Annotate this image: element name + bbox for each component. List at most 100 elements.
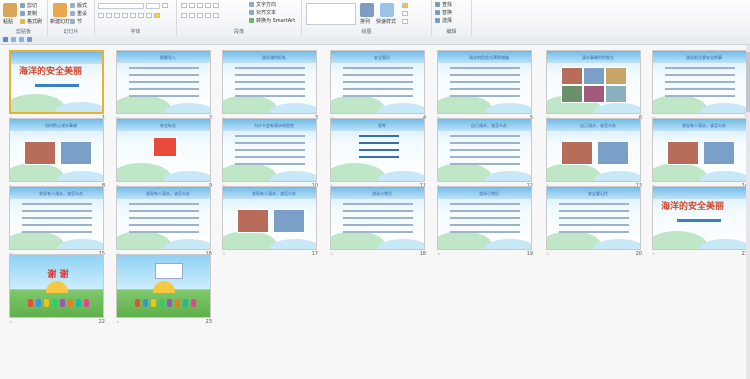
scrollbar-thumb[interactable] [746,52,750,112]
slide-thumbnail[interactable]: 溺水事故时时发生 [546,50,641,114]
text-line [343,67,413,69]
text-line [450,67,520,69]
decrease-indent-icon[interactable] [197,3,203,8]
decor-wave [57,171,103,181]
font-color-icon[interactable] [154,13,160,18]
slide-thumbnail[interactable]: 发现有人溺水，该怎么办 [222,186,317,250]
slide-thumbnail[interactable]: 溺水的危险与预防措施 [437,50,532,114]
text-line [129,231,199,233]
text-line [359,156,399,158]
line-spacing-icon[interactable] [213,3,219,8]
paste-button[interactable]: 粘贴 [3,19,13,25]
slide-thumbnail[interactable]: 游泳小常识 [437,186,532,250]
paste-icon[interactable] [3,3,17,17]
section-icon[interactable] [70,19,75,24]
text-direction-button[interactable]: 文字方向 [256,2,276,8]
slide-thumbnail[interactable]: 思考 [330,118,425,182]
increase-indent-icon[interactable] [205,3,211,8]
slide-thumbnail[interactable]: 为什么会有溺水的危险 [222,118,317,182]
reset-button[interactable]: 重设 [77,11,87,17]
text-direction-icon[interactable] [249,2,254,7]
smartart-icon[interactable] [249,18,254,23]
slide-photo [605,85,627,103]
slide-thumbnail[interactable]: 谢 谢 [9,254,104,318]
slide-photo [583,85,605,103]
slide-title: 发现有人溺水，该怎么办 [39,191,83,196]
slide-thumbnail[interactable]: 游泳课的好处 [222,50,317,114]
arrange-icon[interactable] [360,3,374,17]
slide-thumbnail[interactable]: 发现有人溺水，该怎么办 [116,186,211,250]
character-spacing-icon[interactable] [138,13,144,18]
change-case-icon[interactable] [146,13,152,18]
bold-icon[interactable] [98,13,104,18]
strikethrough-icon[interactable] [130,13,136,18]
cut-icon[interactable] [20,3,25,8]
justify-icon[interactable] [205,13,211,18]
shadow-icon[interactable] [122,13,128,18]
slideshow-icon[interactable] [27,37,32,42]
format-painter-icon[interactable] [20,19,25,24]
slide-thumbnail[interactable]: 发现有人溺水，该怎么办 [652,118,747,182]
slide-thumbnail[interactable]: 安全意识 [330,50,425,114]
slide-thumbnail[interactable]: 情景导入 [116,50,211,114]
align-right-icon[interactable] [197,13,203,18]
slide-thumbnail[interactable]: 如何防止溺水事故 [9,118,104,182]
align-text-icon[interactable] [249,10,254,15]
new-slide-icon[interactable] [53,3,67,17]
decor-hill [331,95,385,113]
layout-icon[interactable] [70,3,75,8]
slide-thumbnail[interactable]: 自己溺水，该怎么办 [546,118,641,182]
select-icon[interactable] [435,18,440,23]
shape-effects-icon[interactable] [402,19,408,24]
section-button[interactable]: 节 [77,19,82,25]
smartart-button[interactable]: 转换为 SmartArt [256,18,295,24]
replace-icon[interactable] [435,10,440,15]
reset-icon[interactable] [70,11,75,16]
columns-icon[interactable] [213,13,219,18]
italic-icon[interactable] [106,13,112,18]
grow-font-icon[interactable] [162,3,168,8]
slide-title: 为什么会有溺水的危险 [254,123,294,128]
copy-button[interactable]: 复制 [27,11,37,17]
child-figure [68,299,73,307]
cut-button[interactable]: 剪切 [27,3,37,9]
arrange-button[interactable]: 排列 [360,19,370,25]
font-name-select[interactable] [98,3,144,9]
slide-thumbnail[interactable] [116,254,211,318]
quick-styles-icon[interactable] [380,3,394,17]
copy-icon[interactable] [20,11,25,16]
text-line [129,203,199,205]
slide-thumbnail[interactable]: 海洋的安全美丽 [652,186,747,250]
quick-styles-button[interactable]: 快速样式 [376,19,396,25]
slide-thumbnail[interactable]: 自己溺水，该怎么办 [437,118,532,182]
align-center-icon[interactable] [189,13,195,18]
underline-icon[interactable] [114,13,120,18]
layout-button[interactable]: 版式 [77,3,87,9]
shapes-gallery[interactable] [306,3,356,25]
numbering-icon[interactable] [189,3,195,8]
text-line [450,210,520,212]
replace-button[interactable]: 替换 [442,10,452,16]
undo-icon[interactable] [11,37,16,42]
slide-thumbnail[interactable]: 游泳前注意安全的事 [652,50,747,114]
slide-thumbnail[interactable]: 游泳小常识 [330,186,425,250]
save-icon[interactable] [3,37,8,42]
format-painter-button[interactable]: 格式刷 [27,19,42,25]
slide-thumbnail[interactable]: 安全要记住 [546,186,641,250]
text-line [129,74,199,76]
font-size-select[interactable] [146,3,160,9]
redo-icon[interactable] [19,37,24,42]
find-icon[interactable] [435,2,440,7]
slide-thumbnail[interactable]: 发现有人溺水，该怎么办 [9,186,104,250]
shape-fill-icon[interactable] [402,3,408,8]
find-button[interactable]: 查找 [442,2,452,8]
shape-outline-icon[interactable] [402,11,408,16]
select-button[interactable]: 选择 [442,18,452,24]
decor-hill [223,163,277,181]
bullets-icon[interactable] [181,3,187,8]
align-text-button[interactable]: 对齐文本 [256,10,276,16]
align-left-icon[interactable] [181,13,187,18]
slide-thumbnail[interactable]: 海洋的安全美丽 [9,50,104,114]
slide-thumbnail[interactable]: 安全标志 [116,118,211,182]
font-group: 字体 [95,0,177,36]
